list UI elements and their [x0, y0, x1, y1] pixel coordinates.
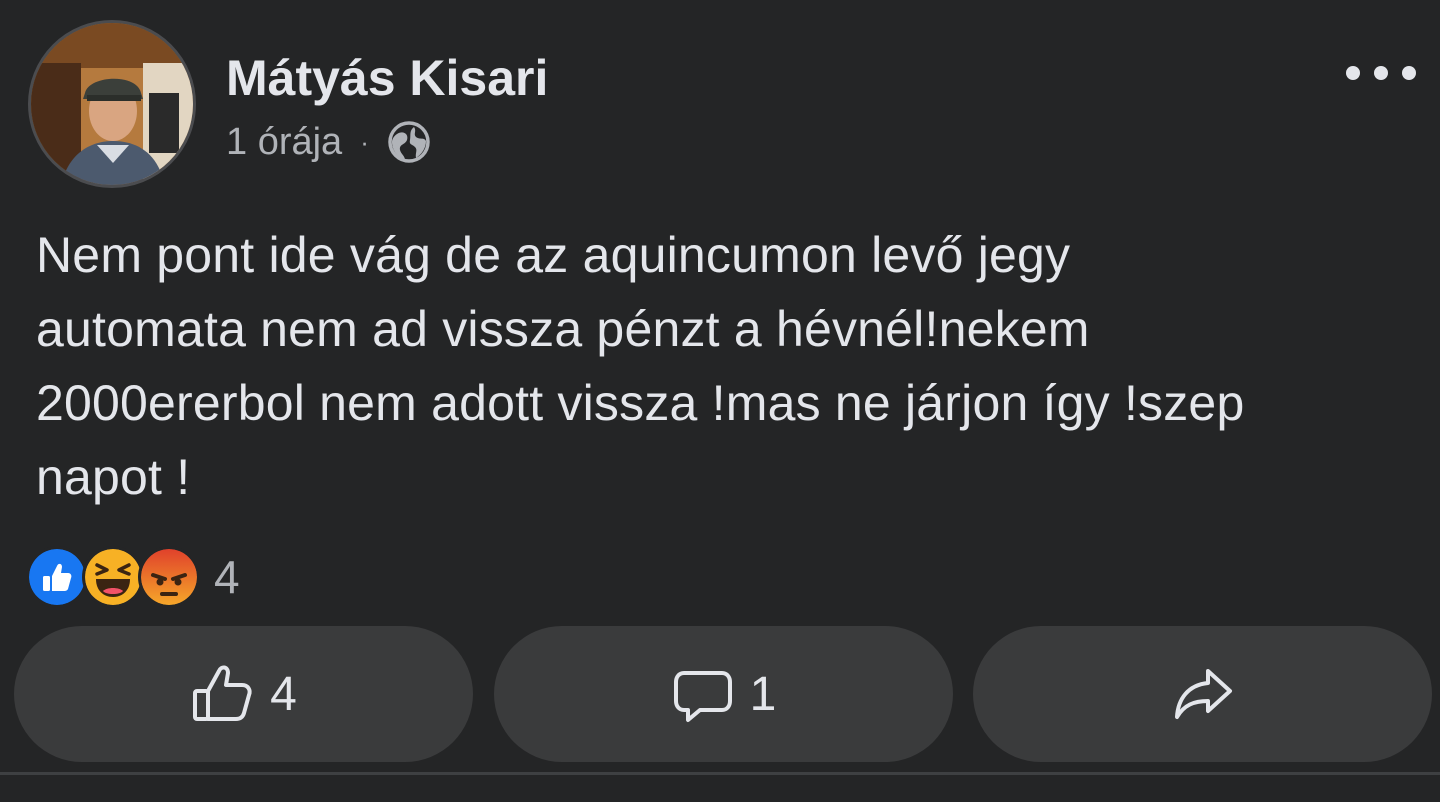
more-options-icon[interactable] — [1346, 58, 1416, 88]
author-name[interactable]: Mátyás Kisari — [226, 48, 548, 108]
like-count: 4 — [270, 667, 297, 721]
comment-button[interactable]: 1 — [493, 626, 953, 762]
thumbs-up-icon — [193, 665, 252, 721]
more-dot — [1374, 66, 1388, 80]
haha-reaction-icon — [82, 546, 144, 608]
more-dot — [1346, 66, 1360, 80]
divider — [0, 772, 1440, 775]
like-button[interactable]: 4 — [14, 626, 473, 762]
angry-reaction-icon — [138, 546, 200, 608]
reactions-summary[interactable]: 4 — [26, 546, 240, 608]
post-body-text: Nem pont ide vág de az aquincumon levő j… — [36, 227, 1245, 505]
post-card: Mátyás Kisari 1 órája · Nem pont ide vág… — [0, 0, 1440, 802]
avatar[interactable] — [28, 20, 196, 188]
share-icon — [1174, 669, 1232, 719]
share-button[interactable] — [973, 626, 1432, 762]
profile-photo — [31, 23, 193, 185]
post-timestamp[interactable]: 1 órája — [226, 121, 342, 164]
globe-icon[interactable] — [387, 120, 431, 164]
meta-separator: · — [360, 126, 369, 157]
reaction-count: 4 — [214, 551, 240, 603]
more-dot — [1402, 66, 1416, 80]
comment-icon — [673, 671, 732, 722]
like-reaction-icon — [26, 546, 88, 608]
post-meta: 1 órája · — [226, 118, 431, 166]
post-actions: 4 1 — [14, 626, 1432, 762]
comment-count: 1 — [749, 667, 777, 721]
